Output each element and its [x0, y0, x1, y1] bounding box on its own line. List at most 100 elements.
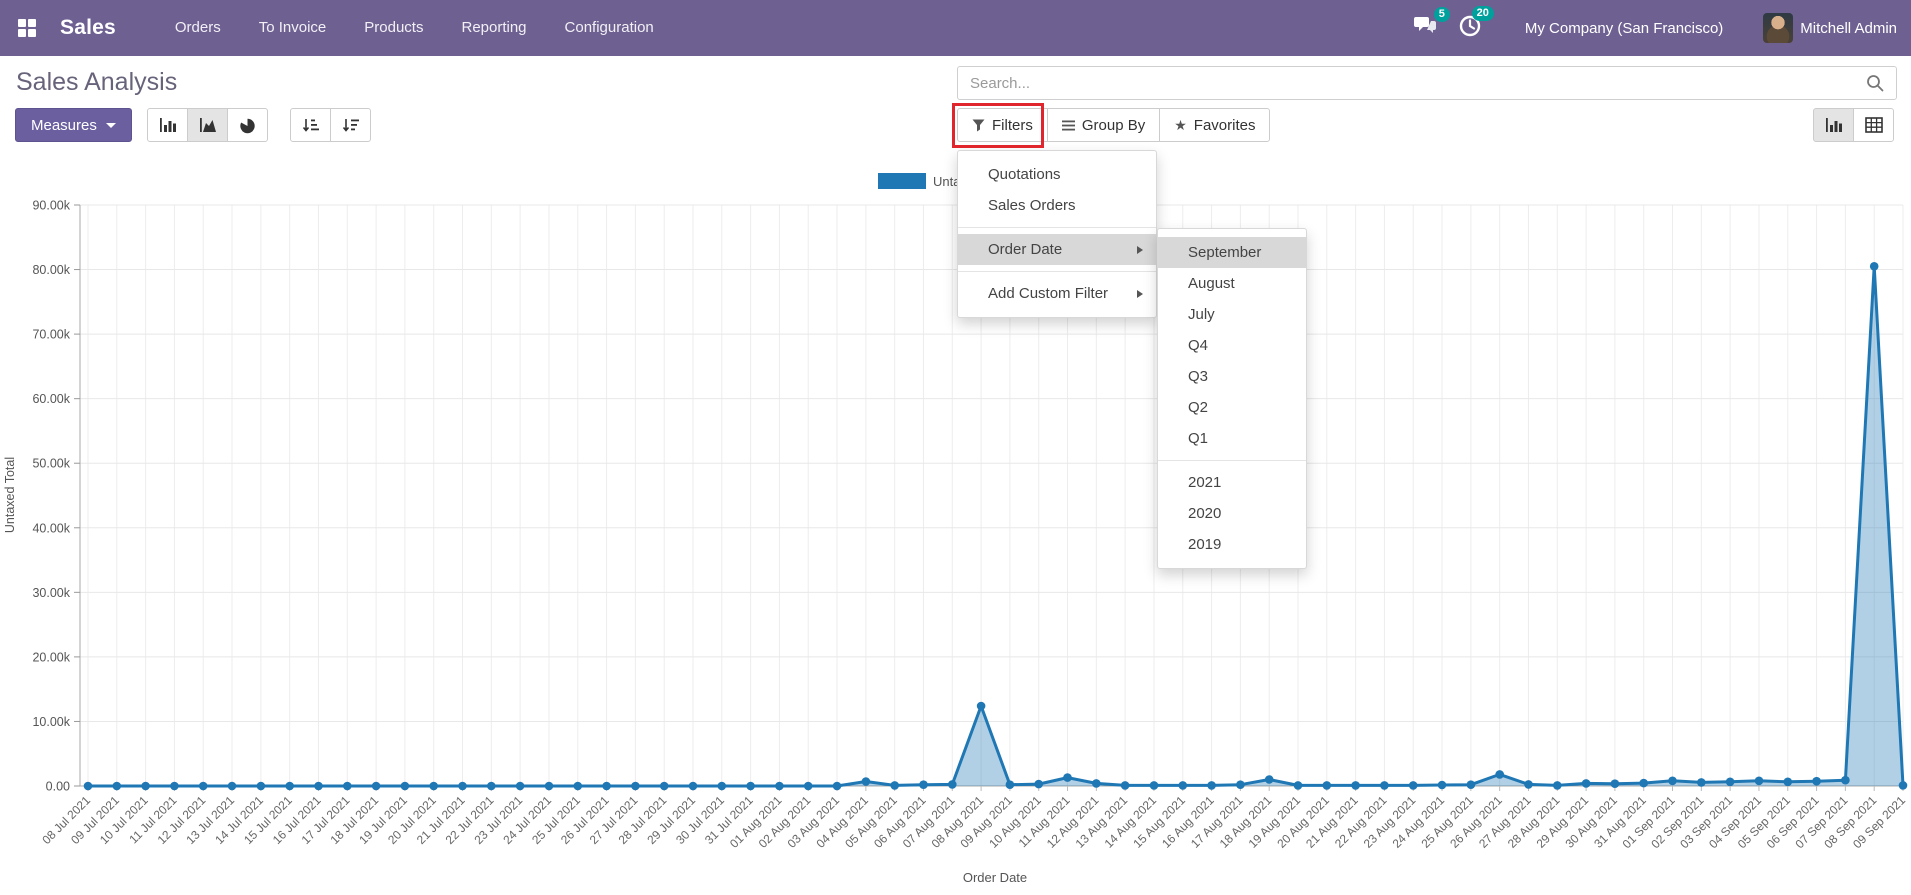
data-point[interactable]	[919, 780, 928, 789]
order-date-option-q4[interactable]: Q4	[1158, 330, 1306, 361]
data-point[interactable]	[890, 781, 899, 790]
sort-descending-button[interactable]	[330, 108, 371, 142]
data-point[interactable]	[1610, 779, 1620, 788]
data-point[interactable]	[1005, 780, 1015, 789]
navbar-menu-orders[interactable]: Orders	[156, 0, 240, 56]
data-point[interactable]	[429, 781, 439, 791]
order-date-option-q3[interactable]: Q3	[1158, 361, 1306, 392]
data-point[interactable]	[717, 781, 727, 791]
data-point[interactable]	[948, 780, 957, 789]
filters-menu-item-sales-orders[interactable]: Sales Orders	[958, 190, 1156, 221]
data-point[interactable]	[112, 781, 122, 791]
data-point[interactable]	[371, 781, 381, 791]
data-point[interactable]	[1236, 780, 1245, 789]
data-point[interactable]	[141, 781, 150, 791]
data-point[interactable]	[803, 781, 813, 791]
data-point[interactable]	[1063, 773, 1072, 782]
data-point[interactable]	[1092, 779, 1101, 788]
data-point[interactable]	[573, 781, 583, 791]
data-point[interactable]	[1380, 781, 1389, 790]
favorites-button[interactable]: ★ Favorites	[1159, 108, 1271, 142]
data-point[interactable]	[1869, 262, 1879, 271]
order-date-option-2019[interactable]: 2019	[1158, 529, 1306, 560]
data-point[interactable]	[1697, 778, 1706, 787]
data-point[interactable]	[544, 781, 554, 791]
search-input[interactable]	[958, 74, 1866, 92]
order-date-option-2020[interactable]: 2020	[1158, 498, 1306, 529]
filters-menu-item-add-custom-filter[interactable]: Add Custom Filter	[958, 278, 1156, 309]
order-date-option-q1[interactable]: Q1	[1158, 423, 1306, 454]
graph-view-button[interactable]	[1813, 108, 1854, 142]
user-menu[interactable]: Mitchell Admin	[1800, 20, 1897, 37]
data-point[interactable]	[83, 781, 93, 791]
order-date-option-2021[interactable]: 2021	[1158, 467, 1306, 498]
group-by-button[interactable]: Group By	[1046, 108, 1161, 142]
filters-menu-item-order-date[interactable]: Order Date	[958, 234, 1156, 265]
data-point[interactable]	[1466, 780, 1476, 789]
data-point[interactable]	[170, 781, 179, 791]
data-point[interactable]	[343, 781, 352, 791]
search-icon[interactable]	[1866, 74, 1884, 92]
data-point[interactable]	[1437, 780, 1447, 790]
data-point[interactable]	[400, 781, 410, 791]
data-point[interactable]	[198, 781, 208, 791]
data-point[interactable]	[487, 781, 496, 791]
data-point[interactable]	[602, 781, 611, 791]
measures-button[interactable]: Measures	[15, 108, 132, 142]
data-point[interactable]	[861, 777, 871, 786]
activities-button[interactable]: 20	[1459, 5, 1494, 42]
data-point[interactable]	[1149, 781, 1159, 790]
data-point[interactable]	[1725, 777, 1735, 787]
company-switcher[interactable]: My Company (San Francisco)	[1525, 20, 1723, 37]
data-point[interactable]	[1495, 770, 1504, 779]
data-point[interactable]	[659, 781, 669, 791]
order-date-option-september[interactable]: September	[1158, 237, 1306, 268]
navbar-menu-products[interactable]: Products	[345, 0, 442, 56]
data-point[interactable]	[1351, 781, 1360, 790]
pivot-view-button[interactable]	[1853, 108, 1894, 142]
data-point[interactable]	[1553, 781, 1562, 790]
data-point[interactable]	[1754, 776, 1764, 786]
data-point[interactable]	[1841, 775, 1850, 785]
apps-grid-icon[interactable]	[18, 19, 36, 37]
order-date-option-august[interactable]: August	[1158, 268, 1306, 299]
filters-button[interactable]: Filters	[957, 108, 1048, 142]
navbar-menu-configuration[interactable]: Configuration	[546, 0, 673, 56]
sort-ascending-button[interactable]	[290, 108, 331, 142]
data-point[interactable]	[1668, 776, 1677, 786]
data-point[interactable]	[631, 781, 640, 791]
data-point[interactable]	[1581, 779, 1591, 788]
messages-button[interactable]: 5	[1413, 6, 1450, 41]
data-point[interactable]	[832, 781, 842, 791]
data-point[interactable]	[1293, 781, 1303, 790]
app-name[interactable]: Sales	[60, 16, 116, 40]
filters-menu-item-quotations[interactable]: Quotations	[958, 159, 1156, 190]
user-avatar[interactable]	[1763, 13, 1794, 43]
data-point[interactable]	[1783, 777, 1793, 787]
data-point[interactable]	[458, 781, 467, 791]
data-point[interactable]	[976, 701, 986, 711]
data-point[interactable]	[515, 781, 525, 791]
data-point[interactable]	[314, 781, 323, 791]
data-point[interactable]	[256, 781, 266, 791]
data-point[interactable]	[1524, 780, 1533, 789]
data-point[interactable]	[1264, 775, 1274, 784]
data-point[interactable]	[1207, 781, 1216, 790]
bar-chart-button[interactable]	[147, 108, 188, 142]
data-point[interactable]	[1812, 776, 1821, 786]
data-point[interactable]	[1034, 779, 1043, 789]
data-point[interactable]	[1898, 781, 1908, 790]
data-point[interactable]	[1322, 781, 1332, 790]
data-point[interactable]	[1120, 781, 1130, 790]
data-point[interactable]	[775, 781, 784, 791]
data-point[interactable]	[285, 781, 295, 791]
data-point[interactable]	[1408, 781, 1418, 790]
data-point[interactable]	[1178, 781, 1188, 790]
pie-chart-button[interactable]	[227, 108, 268, 142]
navbar-menu-to-invoice[interactable]: To Invoice	[240, 0, 346, 56]
order-date-option-q2[interactable]: Q2	[1158, 392, 1306, 423]
data-point[interactable]	[746, 781, 755, 791]
order-date-option-july[interactable]: July	[1158, 299, 1306, 330]
data-point[interactable]	[227, 781, 237, 791]
data-point[interactable]	[1639, 778, 1648, 788]
